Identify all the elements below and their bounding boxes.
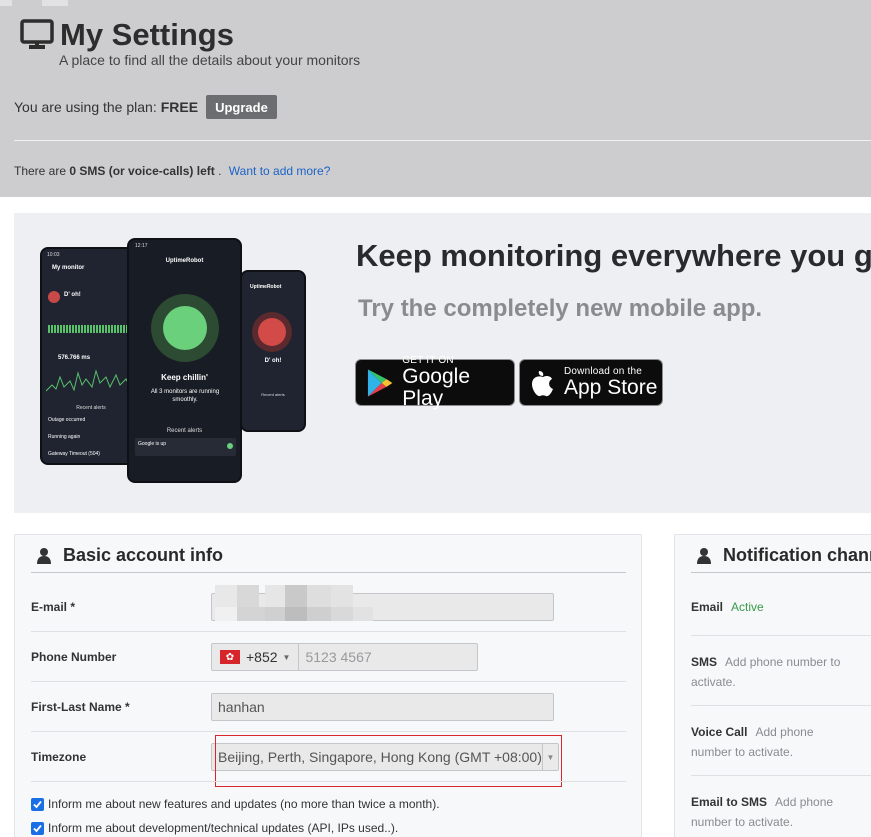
phone-left-time: 10:03: [47, 252, 60, 258]
notifications-heading-label: Notification channels: [723, 545, 871, 565]
promo-subtitle: Try the completely new mobile app.: [358, 295, 763, 322]
notif-voice-label: Voice Call: [691, 725, 748, 739]
notification-channels-card: Notification channels Email Active SMSAdd…: [674, 534, 871, 837]
row-divider: [31, 681, 626, 682]
notif-email-label: Email: [691, 600, 724, 614]
dial-code-select[interactable]: +852: [246, 649, 278, 665]
plan-row: You are using the plan: FREE Upgrade: [14, 95, 277, 119]
sms-count: 0 SMS (or voice-calls) left: [69, 164, 215, 178]
row-divider: [691, 705, 871, 706]
phone-left-title: My monitor: [52, 265, 85, 271]
row-divider: [31, 631, 626, 632]
plan-label: You are using the plan:: [14, 99, 157, 115]
phone-screenshot-center: 12:17 UptimeRobot Keep chillin' All 3 mo…: [127, 238, 242, 483]
features-checkbox-label: Inform me about new features and updates…: [48, 797, 440, 811]
row-divider: [31, 731, 626, 732]
phone-placeholder: 5123 4567: [305, 649, 372, 665]
phone-left-response: 576.766 ms: [58, 355, 91, 361]
notifications-heading: Notification channels: [697, 545, 871, 566]
notif-email-to-sms[interactable]: Email to SMS Add phone number to activate…: [691, 792, 851, 832]
notif-email-to-sms-label: Email to SMS: [691, 795, 768, 809]
check-icon: [33, 824, 42, 832]
phone-center-alert-dot: [227, 443, 233, 449]
mobile-app-promo: 10:03 My monitor D' oh! 576.766 ms Recen…: [14, 213, 871, 513]
features-checkbox[interactable]: [31, 797, 44, 811]
phone-center-brand: UptimeRobot: [165, 258, 204, 264]
google-play-button[interactable]: GET IT ON Google Play: [355, 355, 515, 410]
dev-checkbox-row[interactable]: Inform me about development/technical up…: [31, 821, 398, 835]
page-title: My Settings: [60, 17, 234, 52]
phone-right-status: D' oh!: [264, 358, 282, 364]
account-heading-label: Basic account info: [63, 545, 224, 565]
phone-right-status-dot: [258, 318, 286, 346]
monitor-icon: [20, 19, 54, 49]
plan-name: FREE: [160, 99, 199, 115]
notif-email-status: Active: [731, 600, 764, 614]
phone-field[interactable]: ✿ +852 ▼ 5123 4567: [211, 643, 478, 671]
features-checkbox-row[interactable]: Inform me about new features and updates…: [31, 797, 440, 811]
name-value: hanhan: [218, 699, 265, 715]
phone-center-monitors: All 3 monitors are running smoothly.: [150, 389, 220, 403]
settings-header: My Settings A place to find all the deta…: [0, 0, 871, 197]
caret-down-icon: ▼: [282, 652, 291, 662]
add-sms-link[interactable]: Want to add more?: [229, 164, 331, 178]
dev-checkbox[interactable]: [31, 821, 44, 835]
phone-center-time: 12:17: [135, 243, 148, 249]
row-divider: [31, 781, 626, 782]
phone-left-alert-1: Outage occurred: [48, 417, 86, 423]
uptime-bar: [48, 325, 128, 333]
user-icon: [37, 547, 51, 564]
phone-left-alert-3: Gateway Timeout (504): [48, 451, 100, 457]
app-store-button[interactable]: Download on the App Store: [519, 359, 663, 406]
phone-screenshot-right: UptimeRobot D' oh! Recent alerts: [240, 270, 306, 432]
sms-prefix: There are: [14, 164, 67, 178]
timezone-label: Timezone: [31, 750, 87, 764]
dev-checkbox-label: Inform me about development/technical up…: [48, 821, 399, 835]
phone-right-alerts-header: Recent alerts: [261, 392, 285, 397]
google-play-big: Google Play: [402, 365, 471, 410]
promo-title: Keep monitoring everywhere you go: [356, 238, 871, 273]
apple-icon: [532, 370, 553, 396]
page-subtitle: A place to find all the details about yo…: [59, 52, 361, 68]
phone-label: Phone Number: [31, 650, 117, 664]
upgrade-button[interactable]: Upgrade: [206, 95, 277, 119]
phone-left-status: D' oh!: [64, 292, 81, 298]
name-field[interactable]: hanhan: [211, 693, 554, 721]
sms-suffix: .: [218, 164, 222, 178]
phone-center-alert: Google is up: [138, 441, 167, 447]
name-label: First-Last Name *: [31, 700, 130, 714]
google-play-icon: [367, 368, 393, 397]
check-icon: [33, 800, 42, 808]
phone-center-alerts-header: Recent alerts: [166, 428, 203, 434]
sms-row: There are 0 SMS (or voice-calls) left . …: [14, 164, 330, 178]
row-divider: [691, 635, 871, 636]
notifications-heading-underline: [691, 572, 871, 573]
phone-left-status-dot: [48, 291, 60, 303]
phone-center-status: Keep chillin': [161, 373, 208, 382]
email-label: E-mail *: [31, 600, 76, 614]
phone-separator: [298, 644, 300, 670]
timezone-highlight-box: [215, 735, 562, 787]
user-icon: [697, 547, 711, 564]
account-heading-underline: [31, 572, 626, 573]
row-divider: [691, 775, 871, 776]
notif-email[interactable]: Email Active: [691, 597, 851, 617]
page-title-row: My Settings: [20, 18, 234, 52]
phone-center-status-dot: [163, 306, 207, 350]
phone-left-alert-2: Running again: [48, 434, 81, 440]
top-tab-left[interactable]: [0, 0, 12, 6]
app-store-big: App Store: [564, 376, 658, 399]
response-chart: [46, 369, 130, 392]
notif-sms[interactable]: SMS Add phone number to activate.: [691, 652, 851, 692]
account-heading: Basic account info: [37, 545, 223, 566]
header-divider: [14, 140, 871, 141]
notif-voice[interactable]: Voice Call Add phone number to activate.: [691, 722, 851, 762]
top-tab-right[interactable]: [42, 0, 68, 6]
notif-sms-label: SMS: [691, 655, 718, 669]
phone-left-alerts-header: Recent alerts: [76, 405, 106, 411]
hong-kong-flag-icon: ✿: [220, 650, 240, 664]
basic-account-card: Basic account info E-mail * Phone Number…: [14, 534, 642, 837]
phone-right-brand: UptimeRobot: [250, 284, 282, 290]
